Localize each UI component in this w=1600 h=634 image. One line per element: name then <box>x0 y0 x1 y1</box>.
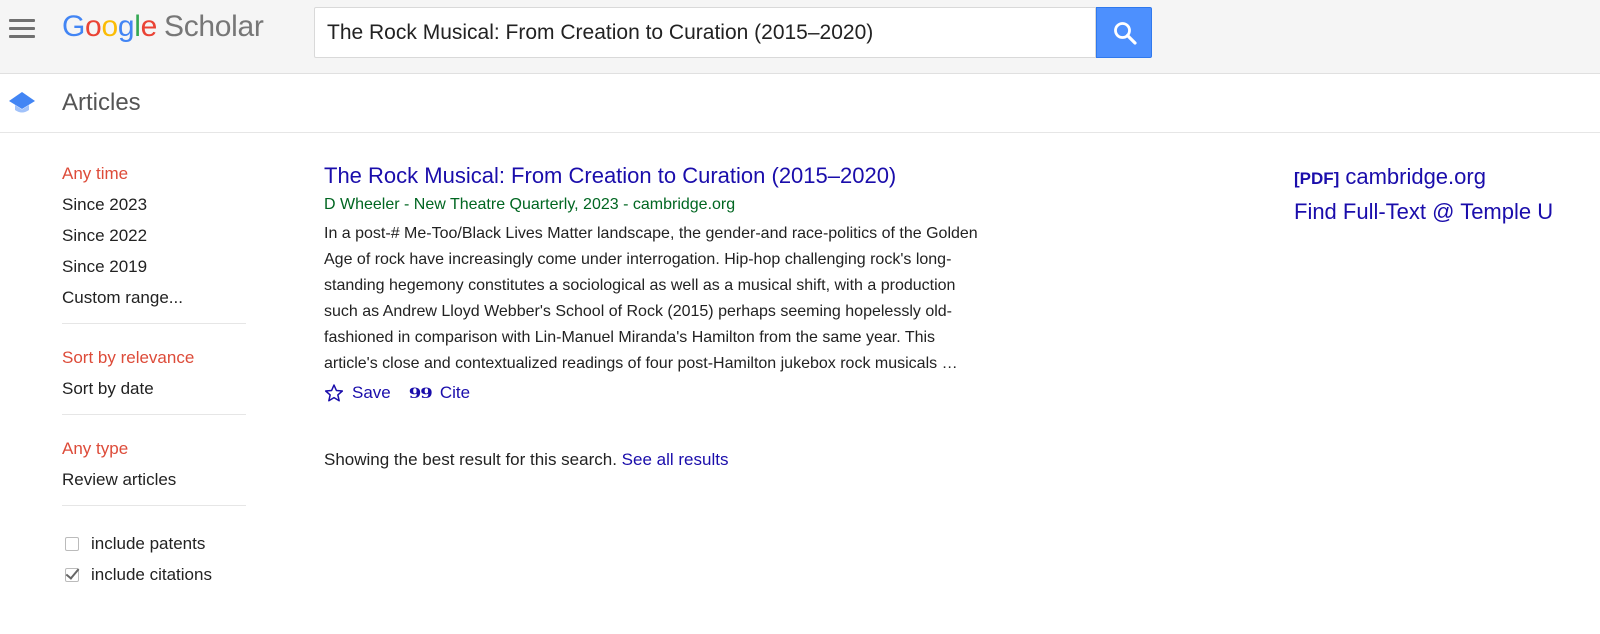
filter-review-articles[interactable]: Review articles <box>62 468 246 499</box>
filter-since-2023[interactable]: Since 2023 <box>62 193 246 224</box>
pdf-link[interactable]: [PDF] cambridge.org <box>1294 162 1553 194</box>
search-button[interactable] <box>1096 7 1152 58</box>
section-title: Articles <box>62 89 141 116</box>
snippet-line: such as Andrew Lloyd Webber's School of … <box>324 303 952 320</box>
save-button[interactable]: Save <box>324 383 391 403</box>
filter-since-2022[interactable]: Since 2022 <box>62 224 246 255</box>
sort-by-date[interactable]: Sort by date <box>62 377 246 408</box>
logo-letter: o <box>101 10 118 43</box>
top-header: Google Scholar <box>0 0 1600 74</box>
snippet-line: fashioned in comparison with Lin-Manuel … <box>324 329 936 346</box>
search-result: The Rock Musical: From Creation to Curat… <box>324 161 1084 406</box>
include-patents-checkbox[interactable] <box>65 536 79 551</box>
snippet-line: article's close and contextualized readi… <box>324 355 958 372</box>
cite-button[interactable]: 99 Cite <box>409 383 470 404</box>
include-patents-toggle[interactable]: include patents <box>62 528 246 559</box>
snippet-line: Age of rock have increasingly come under… <box>324 251 952 268</box>
result-actions: Save 99 Cite <box>324 380 1084 406</box>
logo-letter: G <box>62 10 86 43</box>
search-icon <box>1114 22 1137 45</box>
filter-since-2019[interactable]: Since 2019 <box>62 255 246 286</box>
quote-icon: 99 <box>408 384 433 402</box>
filter-sidebar: Any time Since 2023 Since 2022 Since 201… <box>62 162 246 590</box>
google-scholar-logo[interactable]: Google Scholar <box>62 10 264 44</box>
snippet-line: In a post-# Me-Too/Black Lives Matter la… <box>324 225 978 242</box>
find-full-text-link[interactable]: Find Full-Text @ Temple U <box>1294 197 1553 227</box>
logo-product-name: Scholar <box>163 10 264 43</box>
filter-custom-range[interactable]: Custom range... <box>62 286 246 317</box>
include-citations-toggle[interactable]: include citations <box>62 559 246 590</box>
see-all-results-link[interactable]: See all results <box>622 450 729 469</box>
sidebar-divider <box>62 414 246 415</box>
result-title-link[interactable]: The Rock Musical: From Creation to Curat… <box>324 163 896 188</box>
pdf-tag: [PDF] <box>1294 169 1340 188</box>
star-outline-icon <box>324 383 344 403</box>
full-text-links: [PDF] cambridge.org Find Full-Text @ Temp… <box>1294 162 1553 227</box>
graduation-cap-icon <box>9 92 35 113</box>
filter-any-type[interactable]: Any type <box>62 437 246 468</box>
results-subheader: Articles <box>0 74 1600 133</box>
logo-letter: g <box>117 10 135 43</box>
save-label: Save <box>352 383 391 402</box>
filter-any-time[interactable]: Any time <box>62 162 246 193</box>
result-snippet: In a post-# Me-Too/Black Lives Matter la… <box>324 221 1076 377</box>
cite-label: Cite <box>439 383 471 402</box>
include-citations-checkbox[interactable] <box>65 567 79 582</box>
best-result-note: Showing the best result for this search.… <box>324 450 728 470</box>
sidebar-divider <box>62 505 246 506</box>
sidebar-divider <box>62 323 246 324</box>
best-result-text: Showing the best result for this search. <box>324 450 617 469</box>
pdf-source: cambridge.org <box>1345 164 1486 189</box>
include-citations-label: include citations <box>91 564 212 584</box>
sort-by-relevance[interactable]: Sort by relevance <box>62 346 246 377</box>
hamburger-menu-icon[interactable] <box>8 19 36 41</box>
logo-letter: o <box>85 10 102 43</box>
snippet-line: standing hegemony constitutes a sociolog… <box>324 277 956 294</box>
search-box <box>314 7 1096 58</box>
search-input[interactable] <box>315 8 1095 57</box>
result-authors-source: D Wheeler - New Theatre Quarterly, 2023 … <box>324 196 736 213</box>
logo-letter: e <box>140 10 158 43</box>
include-patents-label: include patents <box>91 533 206 553</box>
